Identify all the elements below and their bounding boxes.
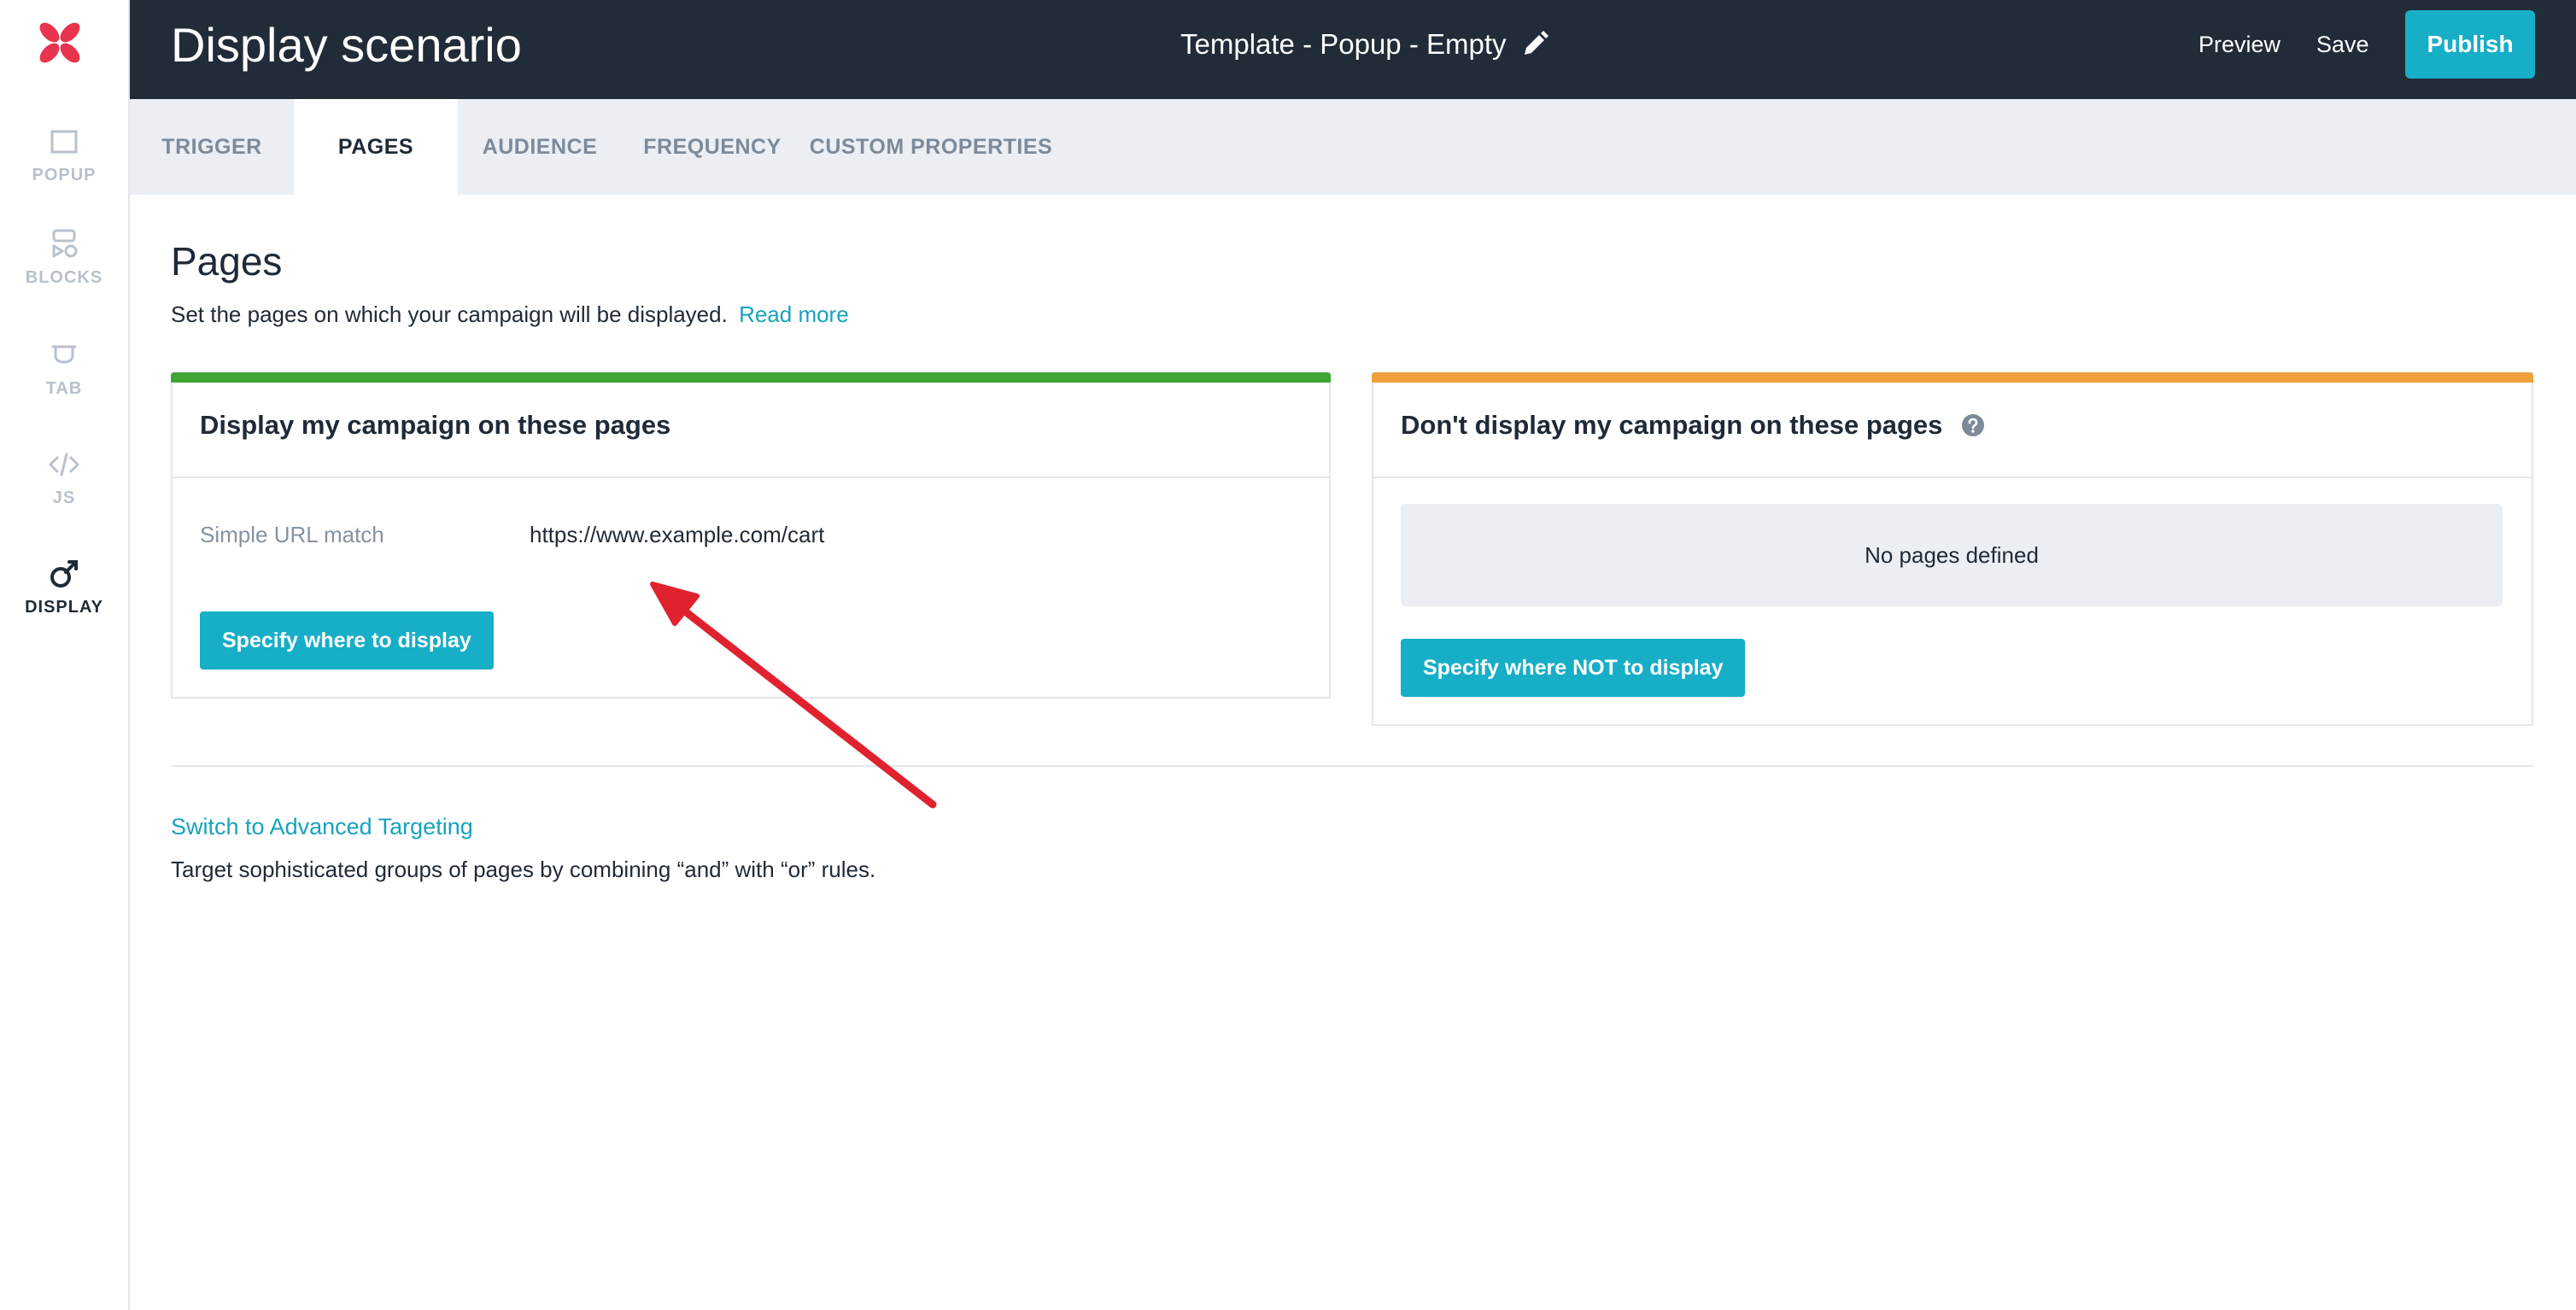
tab-trigger[interactable]: TRIGGER <box>130 99 294 195</box>
sidebar-item-label: POPUP <box>32 166 97 184</box>
sidebar-item-display[interactable]: DISPLAY <box>0 557 128 642</box>
exclude-card-title: Don't display my campaign on these pages <box>1401 408 1985 442</box>
section-heading: Pages <box>171 239 283 284</box>
rule-type-label: Simple URL match <box>200 522 384 547</box>
rule-url-value: https://www.example.com/cart <box>530 522 825 547</box>
top-header: Display scenario Template - Popup - Empt… <box>130 0 2576 99</box>
sidebar-item-label: BLOCKS <box>25 268 103 287</box>
tab-icon <box>52 345 76 364</box>
card-divider <box>1373 477 2532 478</box>
subtitle-text: Set the pages on which your campaign wil… <box>171 301 728 327</box>
exclude-pages-card: Don't display my campaign on these pages… <box>1372 372 2533 726</box>
save-button[interactable]: Save <box>2316 29 2369 60</box>
tab-bar: TRIGGER PAGES AUDIENCE FREQUENCY CUSTOM … <box>130 99 2576 195</box>
sidebar-item-label: TAB <box>45 379 83 398</box>
tab-pages[interactable]: PAGES <box>294 99 458 195</box>
display-icon <box>50 560 78 588</box>
specify-not-display-button[interactable]: Specify where NOT to display <box>1401 639 1746 697</box>
specify-display-button[interactable]: Specify where to display <box>200 611 494 670</box>
section-divider <box>171 765 2533 767</box>
exclude-card-title-text: Don't display my campaign on these pages <box>1401 410 1943 440</box>
code-icon <box>49 453 79 477</box>
sidebar-item-js[interactable]: JS <box>0 447 128 533</box>
empty-state: No pages defined <box>1401 504 2503 606</box>
advanced-targeting-description: Target sophisticated groups of pages by … <box>171 857 876 882</box>
include-pages-card: Display my campaign on these pages Simpl… <box>171 372 1331 699</box>
blocks-icon <box>52 229 78 258</box>
pencil-icon[interactable] <box>1520 30 1549 59</box>
tab-custom-properties[interactable]: CUSTOM PROPERTIES <box>803 99 1059 195</box>
card-divider <box>173 477 1329 478</box>
exclude-accent-bar <box>1372 372 2533 383</box>
sidebar-item-blocks[interactable]: BLOCKS <box>0 227 128 313</box>
brand-logo[interactable] <box>38 20 82 65</box>
page-title: Display scenario <box>171 18 522 72</box>
sidebar-item-label: JS <box>52 488 76 507</box>
popup-icon <box>50 130 78 154</box>
sidebar-item-popup[interactable]: POPUP <box>0 125 128 210</box>
include-accent-bar <box>171 372 1331 383</box>
sidebar-item-tab[interactable]: TAB <box>0 338 128 424</box>
publish-button[interactable]: Publish <box>2405 10 2535 79</box>
help-icon[interactable] <box>1961 413 1985 437</box>
section-subtitle: Set the pages on which your campaign wil… <box>171 299 849 330</box>
preview-button[interactable]: Preview <box>2198 29 2280 60</box>
tab-frequency[interactable]: FREQUENCY <box>622 99 803 195</box>
template-name-text: Template - Popup - Empty <box>1180 28 1507 60</box>
advanced-targeting-link[interactable]: Switch to Advanced Targeting <box>171 811 473 842</box>
tab-audience[interactable]: AUDIENCE <box>458 99 622 195</box>
sidebar-item-label: DISPLAY <box>25 598 103 617</box>
read-more-link[interactable]: Read more <box>739 301 849 327</box>
include-card-title: Display my campaign on these pages <box>200 410 671 440</box>
template-name[interactable]: Template - Popup - Empty <box>1180 26 1549 63</box>
left-sidebar: POPUP BLOCKS TAB JS DISPLAY <box>0 0 130 1310</box>
